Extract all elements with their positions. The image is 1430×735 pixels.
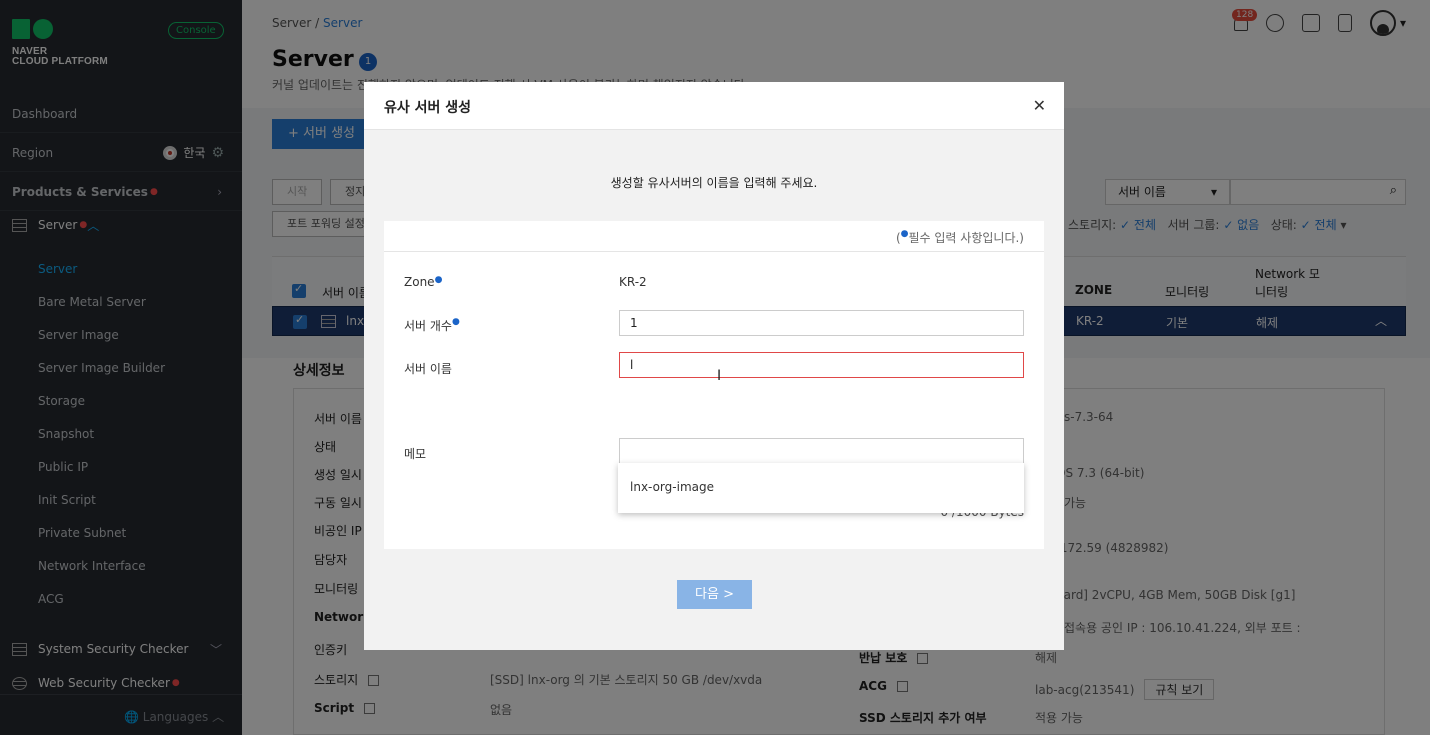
zone-value: KR-2 bbox=[619, 275, 647, 289]
zone-label: Zone● bbox=[404, 275, 443, 289]
server-name-input[interactable]: l bbox=[619, 352, 1024, 378]
server-count-field[interactable]: 1 bbox=[619, 310, 1024, 336]
close-icon[interactable]: ✕ bbox=[1033, 96, 1046, 115]
server-count-label: 서버 개수● bbox=[404, 317, 460, 333]
modal-title: 유사 서버 생성 bbox=[384, 100, 472, 116]
modal-description: 생성할 유사서버의 이름을 입력해 주세요. bbox=[610, 176, 818, 190]
autocomplete-suggestion[interactable]: lnx-org-image bbox=[618, 463, 1024, 513]
create-similar-server-modal: 유사 서버 생성 ✕ 생성할 유사서버의 이름을 입력해 주세요. (●필수 입… bbox=[364, 82, 1064, 650]
memo-label: 메모 bbox=[404, 447, 427, 461]
divider bbox=[384, 251, 1044, 252]
text-cursor-icon: Ι bbox=[717, 368, 722, 384]
modal-header: 유사 서버 생성 ✕ bbox=[364, 82, 1064, 130]
next-button[interactable]: 다음 > bbox=[677, 580, 752, 609]
required-note: (●필수 입력 사항입니다.) bbox=[895, 229, 1024, 245]
server-name-label: 서버 이름 bbox=[404, 362, 452, 376]
